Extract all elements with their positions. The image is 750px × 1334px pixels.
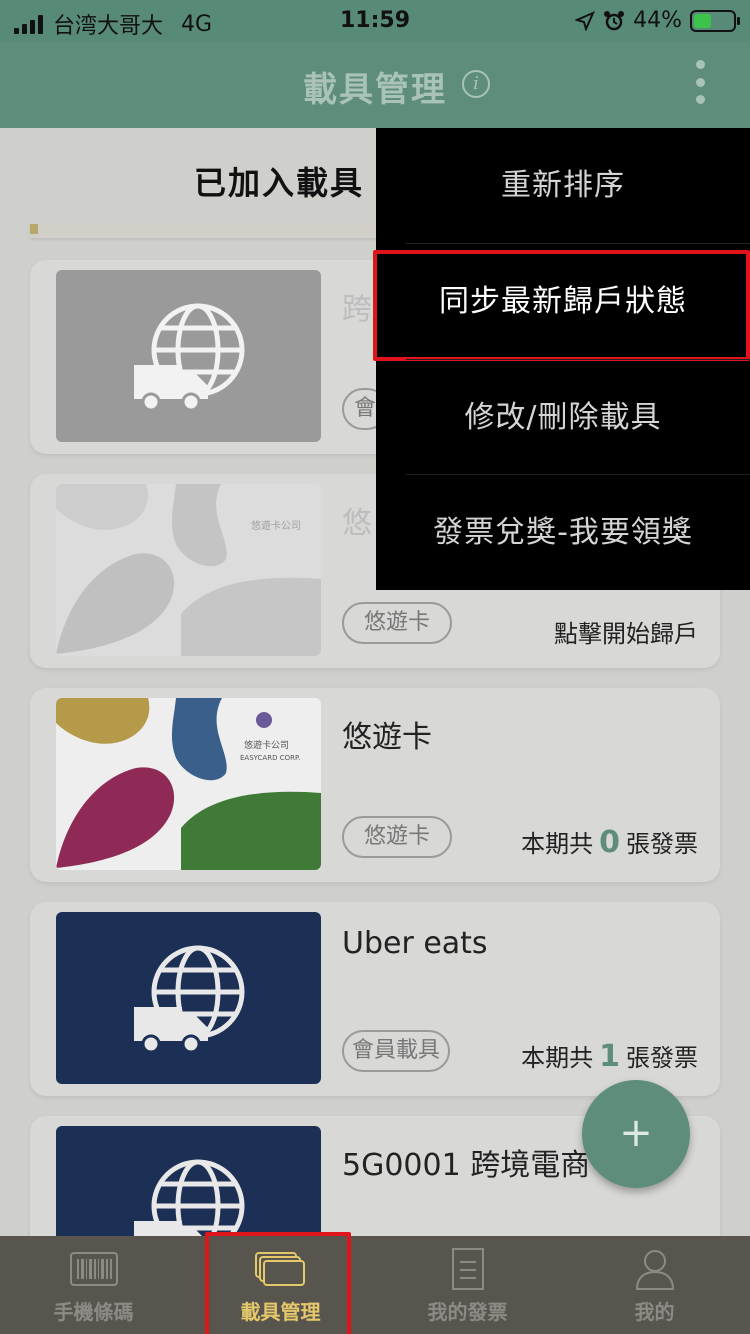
menu-item-edit-delete[interactable]: 修改/刪除載具 (376, 360, 750, 475)
status-bar: 台湾大哥大 4G 11:59 44% (0, 0, 750, 42)
battery-percent: 44% (633, 8, 682, 33)
menu-item-reorder[interactable]: 重新排序 (376, 128, 750, 243)
menu-item-claim-prize[interactable]: 發票兌獎-我要領獎 (376, 475, 750, 590)
overflow-menu: 重新排序 同步最新歸戶狀態 修改/刪除載具 發票兌獎-我要領獎 (373, 128, 750, 590)
cards-icon (254, 1252, 305, 1286)
barcode-icon (69, 1252, 118, 1286)
card-type-tag: 悠遊卡 (342, 816, 453, 858)
svg-text:EASYCARD CORP.: EASYCARD CORP. (240, 754, 300, 762)
more-vertical-icon[interactable] (690, 60, 710, 104)
tab-my-invoices[interactable]: 我的發票 (374, 1236, 561, 1334)
carrier-card[interactable]: Uber eats 會員載具 本期共 1 張發票 (30, 902, 720, 1096)
location-arrow-icon (575, 10, 596, 31)
count-prefix: 本期共 (521, 1044, 594, 1072)
tab-carrier-management[interactable]: 載具管理 (187, 1232, 374, 1334)
page-title: 載具管理 (303, 70, 447, 110)
bottom-tab-bar: 手機條碼 載具管理 我的發票 我的 (0, 1232, 750, 1334)
count-number: 1 (599, 1039, 620, 1074)
tab-label: 手機條碼 (53, 1300, 134, 1324)
card-type-tag: 悠遊卡 (342, 602, 453, 644)
card-thumbnail (56, 270, 321, 442)
alarm-icon (604, 10, 625, 30)
svg-text:悠遊卡公司: 悠遊卡公司 (251, 519, 301, 532)
carrier-card[interactable]: 悠遊卡公司 EASYCARD CORP. 悠遊卡 悠遊卡 本期共 0 張發票 (30, 688, 720, 882)
tab-mobile-barcode[interactable]: 手機條碼 (0, 1236, 187, 1334)
tab-profile[interactable]: 我的 (561, 1236, 748, 1334)
info-icon[interactable]: i (462, 70, 490, 98)
status-right: 44% (575, 8, 740, 33)
battery-icon (690, 9, 740, 32)
add-carrier-button[interactable]: + (582, 1080, 690, 1188)
card-name: Uber eats (342, 926, 488, 961)
menu-item-sync-status[interactable]: 同步最新歸戶狀態 (373, 244, 750, 361)
app-header: 載具管理 i (0, 42, 750, 128)
count-suffix: 張發票 (626, 1044, 698, 1072)
invoice-count: 本期共 1 張發票 (521, 1038, 698, 1074)
card-thumbnail (56, 1126, 321, 1236)
invoice-count: 本期共 0 張發票 (521, 824, 698, 860)
easycard-image: 悠遊卡公司 EASYCARD CORP. (56, 698, 321, 870)
count-number: 0 (599, 825, 620, 860)
count-suffix: 張發票 (626, 830, 698, 858)
globe-truck-icon (134, 1159, 245, 1236)
easycard-faded-image: 悠遊卡公司 (56, 484, 321, 656)
globe-truck-icon (134, 945, 245, 1054)
tab-label: 我的發票 (427, 1300, 508, 1324)
card-name: 悠 (342, 506, 372, 541)
section-title: 已加入載具 (194, 164, 365, 202)
tab-label: 載具管理 (240, 1300, 321, 1324)
tab-label: 我的 (634, 1300, 675, 1324)
card-thumbnail: 悠遊卡公司 (56, 484, 321, 656)
count-prefix: 本期共 (521, 830, 594, 858)
svg-text:悠遊卡公司: 悠遊卡公司 (244, 739, 289, 751)
globe-truck-icon (134, 303, 245, 412)
receipt-icon (451, 1248, 484, 1290)
person-icon (635, 1250, 674, 1290)
start-linking-link[interactable]: 點擊開始歸戶 (554, 614, 698, 649)
card-thumbnail (56, 912, 321, 1084)
card-type-tag: 會員載具 (342, 1030, 451, 1072)
card-name: 悠遊卡 (342, 720, 432, 755)
card-name: 5G0001 跨境電商 (342, 1148, 591, 1183)
card-thumbnail: 悠遊卡公司 EASYCARD CORP. (56, 698, 321, 870)
card-name: 跨 (342, 292, 372, 327)
